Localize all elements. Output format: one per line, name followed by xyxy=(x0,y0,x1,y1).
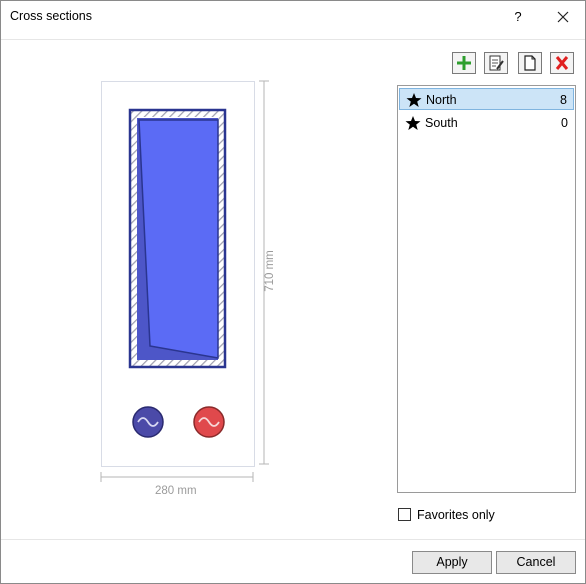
delete-icon xyxy=(555,56,569,70)
delete-section-button[interactable] xyxy=(550,52,574,74)
height-dimension-label: 710 mm xyxy=(264,250,276,292)
width-dimension-label: 280 mm xyxy=(155,485,197,497)
footer-separator xyxy=(1,539,585,540)
list-item-south[interactable]: South 0 xyxy=(399,112,574,134)
favorites-only-checkbox[interactable] xyxy=(398,508,411,521)
list-item-count: 0 xyxy=(561,116,568,130)
copy-icon xyxy=(524,55,536,71)
copy-section-button[interactable] xyxy=(518,52,542,74)
apply-button[interactable]: Apply xyxy=(412,551,492,574)
list-item-label: South xyxy=(425,116,458,130)
add-section-button[interactable] xyxy=(452,52,476,74)
plus-icon xyxy=(457,56,471,70)
star-icon xyxy=(405,116,421,130)
list-item-label: North xyxy=(426,93,457,107)
cross-sections-dialog: Cross sections ? 710 mm 280 mm North 8 S… xyxy=(0,0,586,584)
star-icon xyxy=(406,93,422,107)
section-list[interactable]: North 8 South 0 xyxy=(397,85,576,493)
edit-icon xyxy=(489,55,504,71)
list-item-count: 8 xyxy=(560,93,567,107)
list-item-north[interactable]: North 8 xyxy=(399,88,574,110)
cancel-button[interactable]: Cancel xyxy=(496,551,576,574)
favorites-only-label[interactable]: Favorites only xyxy=(417,508,495,522)
edit-section-button[interactable] xyxy=(484,52,508,74)
